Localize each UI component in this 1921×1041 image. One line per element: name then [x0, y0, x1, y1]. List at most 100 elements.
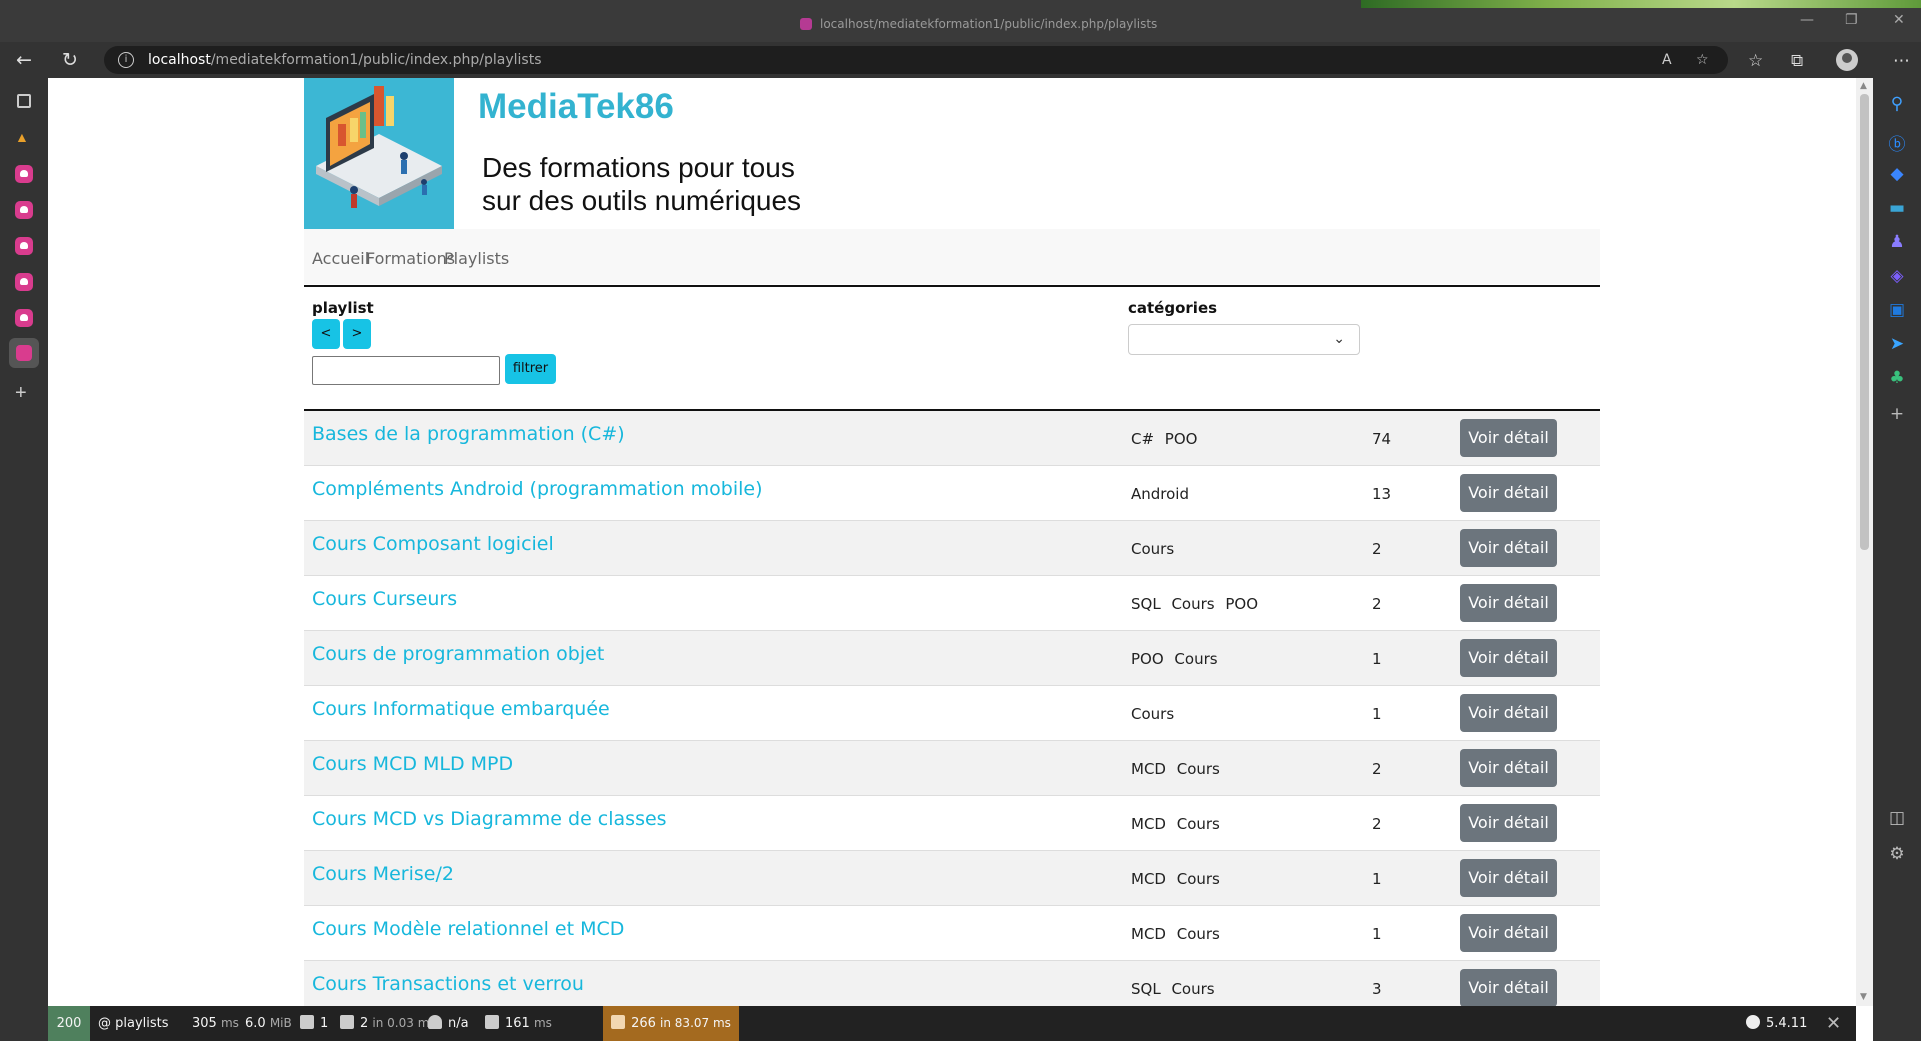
tab-site-icon[interactable]: [15, 237, 33, 255]
playlist-name-link[interactable]: Compléments Android (programmation mobil…: [312, 478, 763, 500]
view-detail-button[interactable]: Voir détail: [1460, 419, 1557, 457]
nav-link-playlists[interactable]: Playlists: [444, 249, 509, 268]
playlist-name-link[interactable]: Cours MCD MLD MPD: [312, 753, 513, 775]
symfony-version[interactable]: 5.4.11: [1746, 1006, 1807, 1041]
view-detail-button[interactable]: Voir détail: [1460, 859, 1557, 897]
playlist-name-link[interactable]: Cours Modèle relationnel et MCD: [312, 918, 624, 940]
read-aloud-icon[interactable]: A: [1662, 52, 1672, 68]
tools-icon[interactable]: ▬: [1888, 198, 1906, 218]
table-row: Cours Informatique embarquée Cours 1 Voir d…: [304, 686, 1600, 741]
scroll-down-icon[interactable]: ▼: [1860, 992, 1867, 1002]
site-info-icon[interactable]: i: [118, 52, 134, 68]
tab-site-icon[interactable]: [15, 309, 33, 327]
close-window-icon[interactable]: ✕: [1893, 12, 1905, 28]
cache-panel[interactable]: 2 in 0.03 ms: [340, 1006, 436, 1041]
twig-panel[interactable]: 161 ms: [485, 1006, 552, 1041]
sort-asc-button[interactable]: <: [312, 319, 340, 349]
close-toolbar-icon[interactable]: ✕: [1826, 1006, 1841, 1041]
tree-icon[interactable]: ♣: [1888, 368, 1906, 388]
playlist-categories: POO Cours: [1131, 650, 1218, 668]
shopping-icon[interactable]: ◆: [1888, 164, 1906, 184]
tab-actions-icon[interactable]: [17, 94, 31, 108]
status-code-badge[interactable]: 200: [48, 1006, 90, 1041]
tab-site-icon[interactable]: [15, 273, 33, 291]
hide-sidebar-icon[interactable]: ◫: [1888, 808, 1906, 828]
playlist-categories: Cours: [1131, 705, 1175, 723]
view-detail-button[interactable]: Voir détail: [1460, 529, 1557, 567]
tab-site-icon[interactable]: [15, 201, 33, 219]
playlist-name-link[interactable]: Cours Curseurs: [312, 588, 457, 610]
more-menu-icon[interactable]: ⋯: [1893, 51, 1910, 71]
office-icon[interactable]: ◈: [1888, 266, 1906, 286]
nav-link-home[interactable]: Accueil: [312, 249, 369, 268]
view-detail-button[interactable]: Voir détail: [1460, 749, 1557, 787]
refresh-icon[interactable]: ↻: [62, 49, 78, 71]
view-detail-button[interactable]: Voir détail: [1460, 584, 1557, 622]
playlist-formation-count: 13: [1372, 485, 1392, 503]
laptop-illustration: [316, 86, 442, 208]
memory-usage[interactable]: 6.0 MiB: [245, 1006, 292, 1041]
playlist-name-link[interactable]: Cours MCD vs Diagramme de classes: [312, 808, 667, 830]
games-icon[interactable]: ♟: [1888, 232, 1906, 252]
playlist-name-link[interactable]: Cours Informatique embarquée: [312, 698, 610, 720]
desktop-wallpaper-strip: [1361, 0, 1921, 8]
view-detail-button[interactable]: Voir détail: [1460, 694, 1557, 732]
tab-app-icon[interactable]: ▲: [15, 129, 33, 147]
cache-detail: in 0.03 ms: [372, 1016, 436, 1030]
playlist-formation-count: 2: [1372, 595, 1382, 613]
route-name[interactable]: @ playlists: [98, 1006, 169, 1041]
vertical-tabs-strip: ▲ +: [0, 78, 48, 1041]
page-scrollbar[interactable]: ▲ ▼: [1856, 78, 1873, 1006]
telegram-icon[interactable]: ➤: [1888, 334, 1906, 354]
playlist-formation-count: 2: [1372, 815, 1382, 833]
scrollbar-thumb[interactable]: [1860, 94, 1869, 550]
filter-button[interactable]: filtrer: [505, 354, 556, 384]
playlist-name-link[interactable]: Bases de la programmation (C#): [312, 423, 625, 445]
view-detail-button[interactable]: Voir détail: [1460, 804, 1557, 842]
playlist-name-link[interactable]: Cours Composant logiciel: [312, 533, 554, 555]
categories-select[interactable]: ⌄: [1128, 324, 1360, 355]
nav-link-formations[interactable]: Formations: [366, 249, 455, 268]
search-icon[interactable]: ⚲: [1888, 94, 1906, 114]
chevron-down-icon: ⌄: [1333, 331, 1345, 347]
scroll-up-icon[interactable]: ▲: [1860, 81, 1867, 91]
view-detail-button[interactable]: Voir détail: [1460, 969, 1557, 1006]
view-detail-button[interactable]: Voir détail: [1460, 914, 1557, 952]
doctrine-panel[interactable]: 266 in 83.07 ms: [603, 1006, 739, 1041]
bing-icon[interactable]: ⓑ: [1888, 130, 1906, 155]
collections-icon[interactable]: ⧉: [1791, 51, 1803, 71]
view-detail-button[interactable]: Voir détail: [1460, 639, 1557, 677]
table-row: Cours MCD vs Diagramme de classes MCD Cou…: [304, 796, 1600, 851]
playlist-formation-count: 1: [1372, 650, 1382, 668]
view-detail-button[interactable]: Voir détail: [1460, 474, 1557, 512]
new-tab-icon[interactable]: +: [15, 383, 33, 403]
minimize-icon[interactable]: —: [1800, 12, 1814, 28]
url-text[interactable]: localhost/mediatekformation1/public/inde…: [148, 52, 542, 68]
back-icon[interactable]: ←: [16, 49, 32, 71]
twig-time-value: 161: [505, 1016, 530, 1031]
outlook-icon[interactable]: ▣: [1888, 300, 1906, 320]
site-tagline: Des formations pour tous sur des outils …: [482, 151, 801, 217]
playlist-name-link[interactable]: Cours de programmation objet: [312, 643, 604, 665]
tab-site-icon[interactable]: [15, 165, 33, 183]
restore-icon[interactable]: ❐: [1845, 12, 1858, 28]
table-row: Cours Transactions et verrou SQL Cours 3 Vo…: [304, 961, 1600, 1006]
memory-value: 6.0: [245, 1016, 266, 1031]
profile-avatar[interactable]: [1836, 49, 1858, 71]
playlist-filter-input[interactable]: [312, 356, 500, 385]
address-bar[interactable]: i localhost/mediatekformation1/public/in…: [104, 46, 1728, 74]
settings-gear-icon[interactable]: ⚙: [1888, 844, 1906, 864]
request-time[interactable]: 305 ms: [192, 1006, 239, 1041]
security-panel[interactable]: n/a: [428, 1006, 469, 1041]
add-sidebar-app-icon[interactable]: +: [1888, 404, 1906, 424]
divider: [304, 285, 1600, 287]
db-query-count: 266: [631, 1016, 656, 1031]
tagline-line: Des formations pour tous: [482, 152, 795, 183]
add-favorite-icon[interactable]: ☆: [1696, 52, 1709, 68]
sort-desc-button[interactable]: >: [343, 319, 371, 349]
logs-panel[interactable]: 1: [300, 1006, 328, 1041]
favorites-icon[interactable]: ☆: [1748, 51, 1763, 71]
playlist-name-link[interactable]: Cours Transactions et verrou: [312, 973, 584, 995]
tab-active-icon[interactable]: [9, 338, 39, 368]
playlist-name-link[interactable]: Cours Merise/2: [312, 863, 454, 885]
